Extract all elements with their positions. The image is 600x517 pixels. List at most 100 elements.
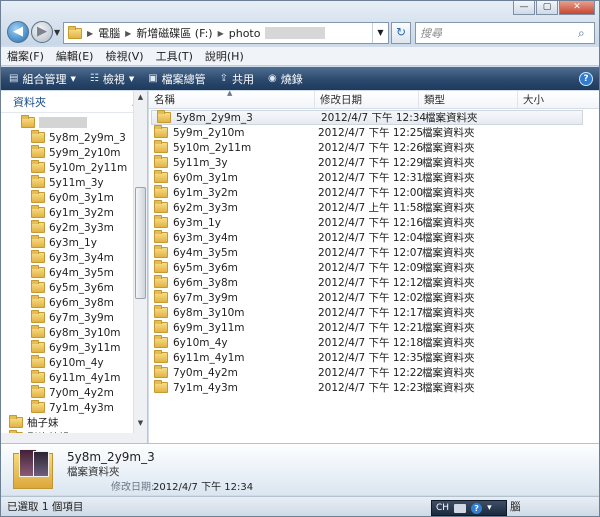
- tree-item-folder[interactable]: 5y8m_2y9m_3: [1, 130, 147, 145]
- tree-item-folder[interactable]: 柚子妹: [1, 415, 147, 430]
- file-type-cell: 檔案資料夾: [422, 352, 475, 364]
- scroll-thumb[interactable]: [135, 187, 146, 299]
- tree-item-folder[interactable]: 6y8m_3y10m: [1, 325, 147, 340]
- recent-pages-dropdown[interactable]: ▼: [54, 28, 60, 37]
- tree-item-folder[interactable]: 6y2m_3y3m: [1, 220, 147, 235]
- file-row[interactable]: 6y8m_3y10m 2012/4/7 下午 12:17 檔案資料夾: [149, 305, 599, 320]
- menu-view[interactable]: 檢視(V): [105, 48, 143, 64]
- help-icon[interactable]: ?: [471, 502, 483, 514]
- scroll-down-arrow[interactable]: ▼: [134, 419, 147, 431]
- address-dropdown[interactable]: ▼: [372, 23, 388, 43]
- language-bar[interactable]: CH ? ▾: [431, 500, 507, 516]
- file-list: ▲ 名稱 修改日期 類型 大小 5y8m_2y9m_3 2012/4/7 下午 1…: [149, 89, 599, 443]
- tree-item-photo[interactable]: [1, 115, 147, 130]
- tree-item-folder[interactable]: 6y7m_3y9m: [1, 310, 147, 325]
- file-type-cell: 檔案資料夾: [422, 157, 475, 169]
- tree-item-folder[interactable]: 5y10m_2y11m: [1, 160, 147, 175]
- tree-item-folder[interactable]: 5y9m_2y10m: [1, 145, 147, 160]
- file-row[interactable]: 7y1m_4y3m 2012/4/7 下午 12:23 檔案資料夾: [149, 380, 599, 395]
- explorer-icon: ▣: [148, 73, 158, 84]
- back-button[interactable]: ◀: [7, 21, 29, 43]
- file-row[interactable]: 6y3m_3y4m 2012/4/7 下午 12:04 檔案資料夾: [149, 230, 599, 245]
- details-pane: 5y8m_2y9m_3 檔案資料夾 修改日期: 2012/4/7 下午 12:3…: [1, 443, 599, 495]
- file-row[interactable]: 6y6m_3y8m 2012/4/7 下午 12:12 檔案資料夾: [149, 275, 599, 290]
- file-row[interactable]: 5y10m_2y11m 2012/4/7 下午 12:26 檔案資料夾: [149, 140, 599, 155]
- menu-file[interactable]: 檔案(F): [7, 48, 44, 64]
- keyboard-icon[interactable]: [454, 503, 467, 513]
- organize-button[interactable]: ▤ 組合管理 ▼: [9, 71, 76, 87]
- folder-icon: [31, 160, 45, 173]
- burn-button[interactable]: ◉ 燒錄: [268, 71, 303, 87]
- tree-item-folder[interactable]: 6y5m_3y6m: [1, 280, 147, 295]
- file-row[interactable]: 5y11m_3y 2012/4/7 下午 12:29 檔案資料夾: [149, 155, 599, 170]
- refresh-button[interactable]: ↻: [391, 22, 411, 44]
- file-row[interactable]: 6y0m_3y1m 2012/4/7 下午 12:31 檔案資料夾: [149, 170, 599, 185]
- chevron-right-icon[interactable]: ▶: [125, 29, 131, 38]
- tree-horizontal-scrollbar[interactable]: [1, 433, 134, 443]
- tree-item-folder[interactable]: 6y4m_3y5m: [1, 265, 147, 280]
- file-name-cell: 6y6m_3y8m: [149, 275, 315, 289]
- file-row[interactable]: 7y0m_4y2m 2012/4/7 下午 12:22 檔案資料夾: [149, 365, 599, 380]
- tree-item-folder[interactable]: 6y1m_3y2m: [1, 205, 147, 220]
- breadcrumb-computer[interactable]: 電腦: [98, 25, 120, 41]
- file-row[interactable]: 6y4m_3y5m 2012/4/7 下午 12:07 檔案資料夾: [149, 245, 599, 260]
- chevron-right-icon[interactable]: ▶: [87, 29, 93, 38]
- folder-icon: [31, 340, 45, 353]
- breadcrumb-drive[interactable]: 新增磁碟區 (F:): [136, 25, 212, 41]
- close-button[interactable]: ✕: [559, 1, 595, 15]
- file-date-cell: 2012/4/7 下午 12:00: [318, 187, 424, 199]
- tree-item-folder[interactable]: 5y11m_3y: [1, 175, 147, 190]
- column-date-modified[interactable]: 修改日期: [315, 91, 419, 108]
- folder-icon: [154, 245, 168, 258]
- tree-item-folder[interactable]: 6y0m_3y1m: [1, 190, 147, 205]
- folders-header[interactable]: 資料夾 ︿: [1, 91, 147, 113]
- explorer-button[interactable]: ▣ 檔案總管: [148, 71, 205, 87]
- chevron-right-icon[interactable]: ▶: [218, 29, 224, 38]
- column-size[interactable]: 大小: [518, 91, 578, 108]
- folder-icon: [154, 170, 168, 183]
- tree-item-folder[interactable]: 6y3m_3y4m: [1, 250, 147, 265]
- menu-edit[interactable]: 編輯(E): [56, 48, 94, 64]
- address-bar[interactable]: ▶ 電腦 ▶ 新增磁碟區 (F:) ▶ photo ▼: [63, 22, 389, 44]
- file-row[interactable]: 6y3m_1y 2012/4/7 下午 12:16 檔案資料夾: [149, 215, 599, 230]
- tree-item-folder[interactable]: 6y10m_4y: [1, 355, 147, 370]
- minimize-button[interactable]: —: [513, 1, 535, 15]
- share-button[interactable]: ⇪ 共用: [220, 71, 254, 87]
- file-row[interactable]: 6y5m_3y6m 2012/4/7 下午 12:09 檔案資料夾: [149, 260, 599, 275]
- menu-help[interactable]: 說明(H): [205, 48, 244, 64]
- file-type-cell: 檔案資料夾: [422, 262, 475, 274]
- file-row[interactable]: 6y1m_3y2m 2012/4/7 下午 12:00 檔案資料夾: [149, 185, 599, 200]
- file-row[interactable]: 6y10m_4y 2012/4/7 下午 12:18 檔案資料夾: [149, 335, 599, 350]
- search-icon[interactable]: ⌕: [578, 26, 594, 41]
- folder-icon: [154, 200, 168, 213]
- tree-item-folder[interactable]: 7y1m_4y3m: [1, 400, 147, 415]
- views-button[interactable]: ☷ 檢視 ▼: [90, 71, 134, 87]
- file-row[interactable]: 6y2m_3y3m 2012/4/7 上午 11:58 檔案資料夾: [149, 200, 599, 215]
- search-input[interactable]: 搜尋 ⌕: [415, 22, 595, 44]
- breadcrumb-photo[interactable]: photo: [229, 27, 261, 40]
- tree-item-folder[interactable]: 6y6m_3y8m: [1, 295, 147, 310]
- column-type[interactable]: 類型: [419, 91, 518, 108]
- maximize-button[interactable]: ▢: [536, 1, 558, 15]
- folder-icon: [31, 370, 45, 383]
- file-name-cell: 6y8m_3y10m: [149, 305, 315, 319]
- language-indicator[interactable]: CH: [436, 503, 449, 513]
- file-row[interactable]: 6y11m_4y1m 2012/4/7 下午 12:35 檔案資料夾: [149, 350, 599, 365]
- file-row[interactable]: 6y9m_3y11m 2012/4/7 下午 12:21 檔案資料夾: [149, 320, 599, 335]
- help-icon[interactable]: ?: [579, 71, 593, 86]
- tree-item-folder[interactable]: 7y0m_4y2m: [1, 385, 147, 400]
- file-row[interactable]: 6y7m_3y9m 2012/4/7 下午 12:02 檔案資料夾: [149, 290, 599, 305]
- menu-tools[interactable]: 工具(T): [156, 48, 193, 64]
- forward-button[interactable]: ▶: [31, 21, 53, 43]
- tree-scrollbar[interactable]: ▲ ▼: [133, 91, 147, 443]
- options-icon[interactable]: ▾: [487, 503, 492, 513]
- file-row[interactable]: 5y8m_2y9m_3 2012/4/7 下午 12:34 檔案資料夾: [151, 110, 583, 125]
- tree-item-folder[interactable]: 6y9m_3y11m: [1, 340, 147, 355]
- tree-item-folder[interactable]: 6y3m_1y: [1, 235, 147, 250]
- status-computer-text: 腦: [510, 501, 521, 513]
- tree-item-folder[interactable]: 6y11m_4y1m: [1, 370, 147, 385]
- file-row[interactable]: 5y9m_2y10m 2012/4/7 下午 12:25 檔案資料夾: [149, 125, 599, 140]
- column-name[interactable]: ▲ 名稱: [149, 89, 315, 108]
- chevron-down-icon: ▼: [128, 74, 135, 83]
- scroll-up-arrow[interactable]: ▲: [134, 93, 147, 105]
